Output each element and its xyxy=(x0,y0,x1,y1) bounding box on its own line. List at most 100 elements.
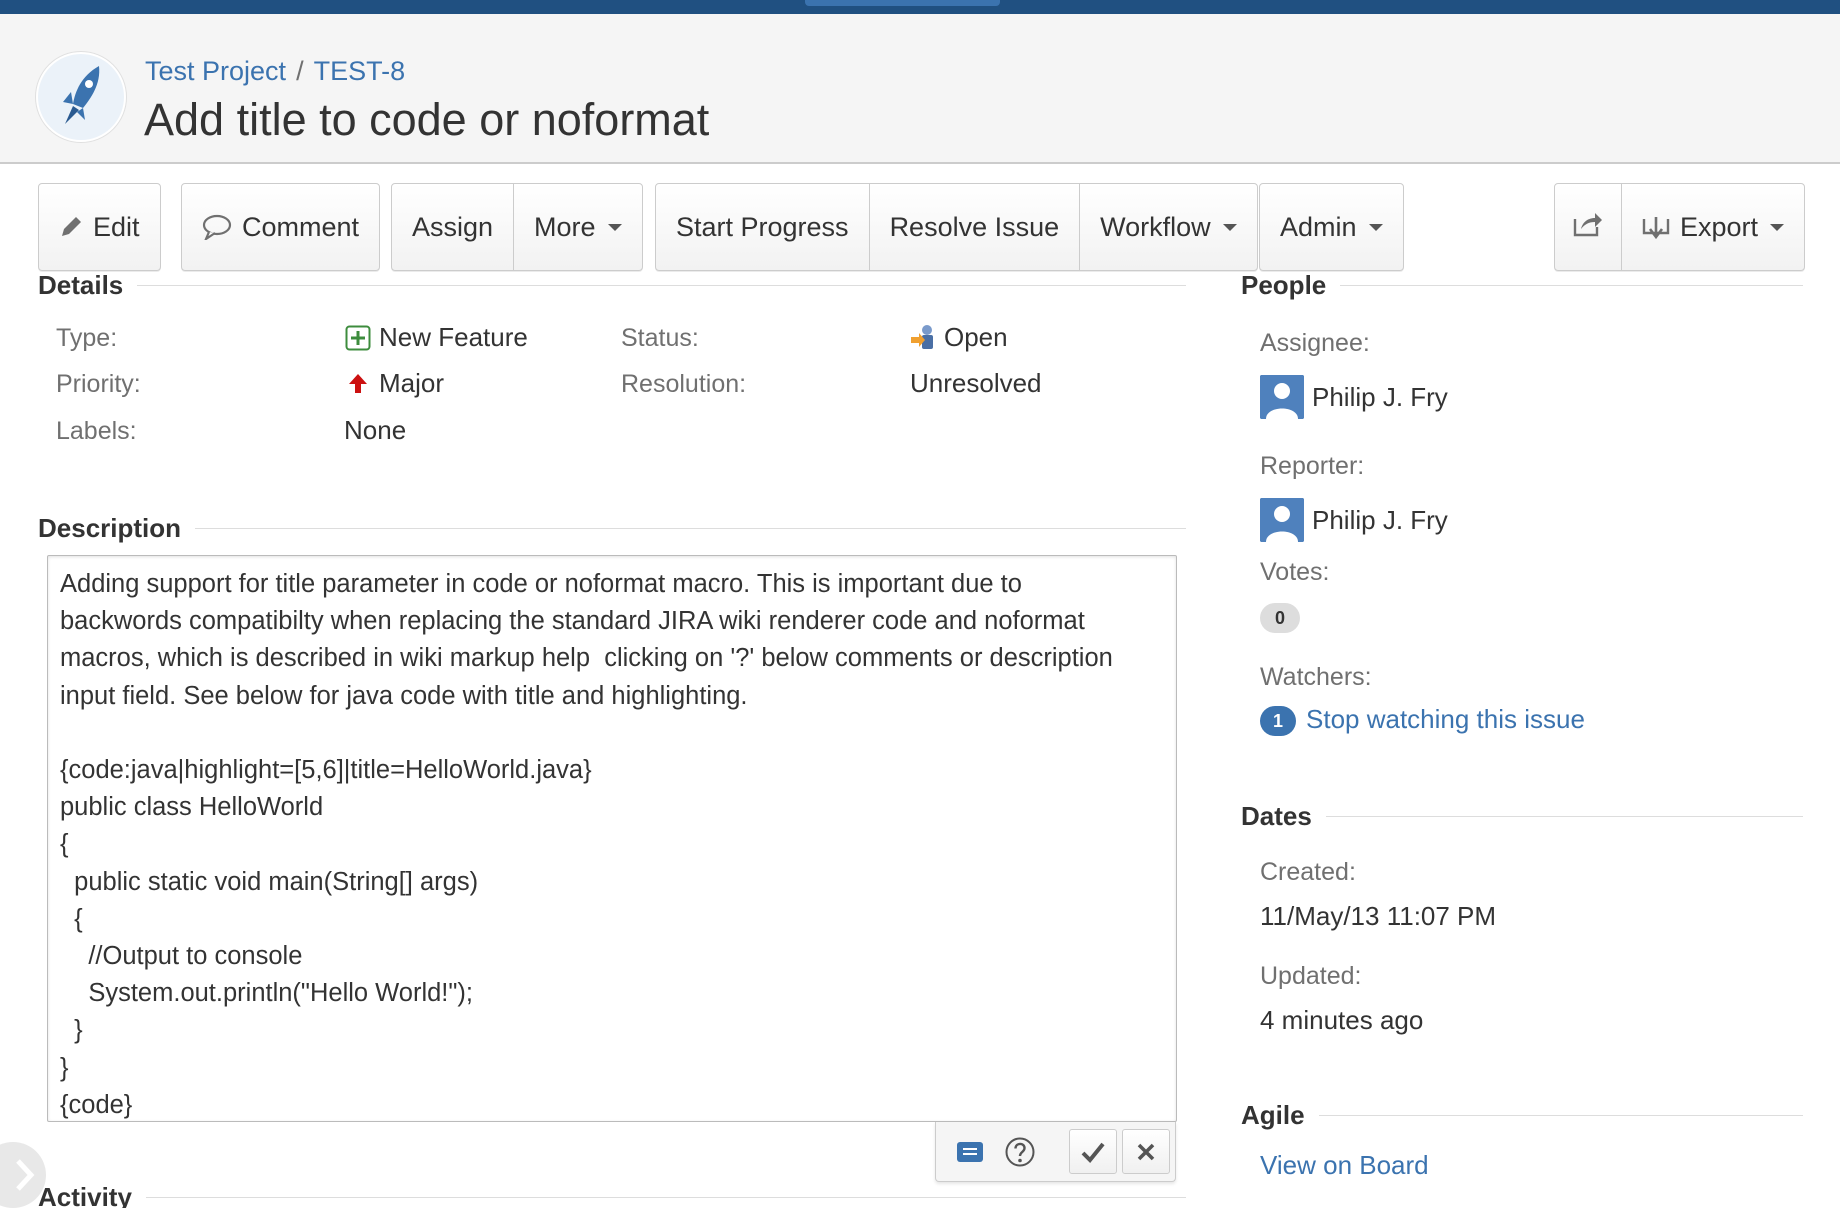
edit-button-group: Edit xyxy=(38,183,161,271)
assign-button[interactable]: Assign xyxy=(392,184,515,270)
divider xyxy=(1318,1115,1803,1116)
more-button[interactable]: More xyxy=(514,184,642,270)
watchers-count-badge[interactable]: 1 xyxy=(1260,706,1296,736)
speech-bubble-icon xyxy=(202,214,232,240)
start-progress-label: Start Progress xyxy=(676,211,849,242)
pencil-icon xyxy=(59,215,83,239)
chevron-right-icon xyxy=(16,1159,35,1191)
updated-label: Updated: xyxy=(1260,962,1362,990)
chevron-down-icon xyxy=(1368,223,1383,231)
more-button-label: More xyxy=(534,211,596,242)
dates-section-heading: Dates xyxy=(1241,801,1803,832)
export-icon xyxy=(1642,213,1670,241)
details-section-heading: Details xyxy=(38,270,1186,301)
divider xyxy=(137,285,1186,286)
assign-more-button-group: Assign More xyxy=(391,183,643,271)
labels-label: Labels: xyxy=(56,417,137,445)
share-export-button-group: Export xyxy=(1554,183,1806,271)
chevron-down-icon xyxy=(607,223,622,231)
created-label: Created: xyxy=(1260,858,1356,886)
assignee-user[interactable]: Philip J. Fry xyxy=(1260,375,1448,419)
resolution-label: Resolution: xyxy=(621,370,747,398)
status-label: Status: xyxy=(621,324,699,352)
dates-heading-text: Dates xyxy=(1241,801,1312,831)
description-editor-textarea[interactable]: Adding support for title parameter in co… xyxy=(47,555,1177,1122)
stop-watching-link[interactable]: Stop watching this issue xyxy=(1306,704,1585,735)
comment-button-group: Comment xyxy=(181,183,381,271)
updated-value: 4 minutes ago xyxy=(1260,1005,1424,1035)
export-button[interactable]: Export xyxy=(1622,184,1804,270)
type-value-text: New Feature xyxy=(379,322,528,352)
view-on-board-link[interactable]: View on Board xyxy=(1260,1150,1429,1181)
details-heading-text: Details xyxy=(38,270,124,300)
divider xyxy=(1340,285,1803,286)
reporter-user[interactable]: Philip J. Fry xyxy=(1260,498,1448,542)
divider xyxy=(1325,816,1803,817)
assignee-name: Philip J. Fry xyxy=(1312,381,1448,412)
user-avatar-icon xyxy=(1260,375,1304,419)
type-label: Type: xyxy=(56,324,118,352)
assign-button-label: Assign xyxy=(412,211,494,242)
workflow-button[interactable]: Workflow xyxy=(1080,184,1257,270)
votes-badge[interactable]: 0 xyxy=(1260,603,1300,633)
new-feature-icon xyxy=(345,325,371,351)
preview-button[interactable] xyxy=(946,1129,994,1174)
reporter-name: Philip J. Fry xyxy=(1312,504,1448,535)
admin-button-label: Admin xyxy=(1280,211,1357,242)
watchers-label: Watchers: xyxy=(1260,663,1372,691)
admin-button[interactable]: Admin xyxy=(1260,184,1403,270)
top-navigation-bar xyxy=(0,0,1840,14)
resolution-value: Unresolved xyxy=(910,368,1042,398)
user-avatar-icon xyxy=(1260,498,1304,542)
priority-value-text: Major xyxy=(379,368,445,398)
workflow-button-label: Workflow xyxy=(1100,211,1211,242)
assignee-label: Assignee: xyxy=(1260,329,1370,357)
export-button-label: Export xyxy=(1680,211,1759,242)
agile-heading-text: Agile xyxy=(1241,1100,1305,1130)
divider xyxy=(145,1197,1186,1198)
labels-value: None xyxy=(344,415,407,445)
help-button[interactable] xyxy=(996,1129,1044,1174)
comment-button-label: Comment xyxy=(242,211,360,242)
share-icon xyxy=(1573,211,1603,244)
preview-icon xyxy=(957,1141,983,1162)
people-section-heading: People xyxy=(1241,270,1803,301)
activity-section-heading[interactable]: Activity xyxy=(38,1182,1186,1208)
confirm-button[interactable] xyxy=(1069,1129,1117,1174)
close-icon xyxy=(1137,1143,1155,1160)
breadcrumb-issue-key-link[interactable]: TEST-8 xyxy=(314,56,406,86)
votes-label: Votes: xyxy=(1260,558,1330,586)
agile-section-heading: Agile xyxy=(1241,1100,1803,1131)
project-avatar[interactable] xyxy=(36,52,126,142)
priority-label: Priority: xyxy=(56,370,141,398)
share-button[interactable] xyxy=(1555,184,1622,270)
issue-title: Add title to code or noformat xyxy=(144,94,710,145)
editor-toolbar xyxy=(935,1122,1176,1182)
cancel-button[interactable] xyxy=(1122,1129,1170,1174)
type-value: New Feature xyxy=(345,322,528,353)
major-priority-icon xyxy=(345,371,371,397)
active-nav-tab[interactable] xyxy=(805,0,1000,6)
reporter-label: Reporter: xyxy=(1260,452,1365,480)
activity-heading-text: Activity xyxy=(38,1182,132,1208)
breadcrumb: Test Project / TEST-8 xyxy=(145,56,405,87)
priority-value: Major xyxy=(345,368,444,399)
edit-button-label: Edit xyxy=(93,211,140,242)
edit-button[interactable]: Edit xyxy=(39,184,160,270)
status-value: Open xyxy=(910,322,1008,353)
help-icon xyxy=(1005,1137,1035,1166)
breadcrumb-separator: / xyxy=(296,56,304,86)
resolve-issue-button[interactable]: Resolve Issue xyxy=(870,184,1081,270)
chevron-down-icon xyxy=(1770,223,1785,231)
comment-button[interactable]: Comment xyxy=(182,184,379,270)
description-section-heading: Description xyxy=(38,513,1186,544)
workflow-button-group: Start Progress Resolve Issue Workflow xyxy=(655,183,1258,271)
breadcrumb-project-link[interactable]: Test Project xyxy=(145,56,286,86)
start-progress-button[interactable]: Start Progress xyxy=(656,184,870,270)
resolve-issue-label: Resolve Issue xyxy=(889,211,1060,242)
checkmark-icon xyxy=(1081,1142,1105,1163)
status-value-text: Open xyxy=(944,322,1008,352)
rocket-icon xyxy=(63,66,100,124)
people-heading-text: People xyxy=(1241,270,1327,300)
open-status-icon xyxy=(910,324,936,352)
